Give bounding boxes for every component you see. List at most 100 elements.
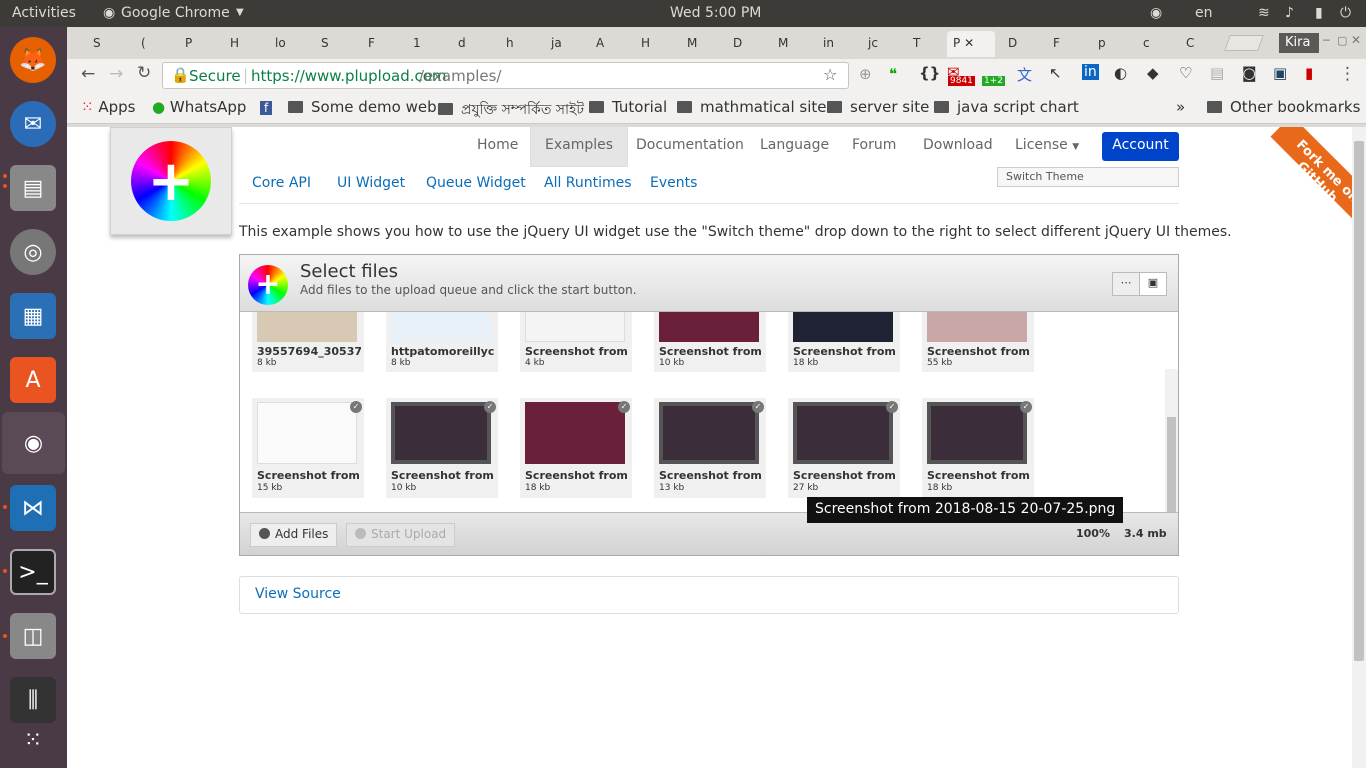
new-tab-button[interactable] <box>1224 35 1264 51</box>
other-bookmarks[interactable]: Other bookmarks <box>1207 98 1360 116</box>
file-item[interactable]: ✓ Screenshot from... 15 kb <box>252 398 364 498</box>
tab[interactable]: ( <box>135 31 164 57</box>
extension-json-icon[interactable]: {} <box>919 64 940 82</box>
tab[interactable]: D <box>727 31 756 57</box>
file-thumbnails[interactable]: 39557694_30537... 8 kb httpatomoreillyc.… <box>240 312 1178 512</box>
chrome-menu-icon[interactable]: ⋮ <box>1339 64 1356 84</box>
tab[interactable]: lo <box>269 31 298 57</box>
file-list-scroll-thumb[interactable] <box>1167 417 1176 512</box>
clock[interactable]: Wed 5:00 PM <box>670 5 761 21</box>
maximize-icon[interactable]: ▢ <box>1337 34 1347 47</box>
folder-server[interactable]: server site <box>827 98 929 116</box>
bookmark-star-icon[interactable]: ☆ <box>823 65 837 84</box>
extension-cursor-icon[interactable]: ↖ <box>1049 64 1062 82</box>
subnav-ui-widget[interactable]: UI Widget <box>337 175 405 191</box>
check-icon[interactable]: ✓ <box>618 401 630 413</box>
show-apps-icon[interactable]: ⁙ <box>10 717 56 763</box>
extension-pocket-icon[interactable]: ♡ <box>1179 64 1192 82</box>
nav-home[interactable]: Home <box>477 127 518 167</box>
tab[interactable]: M <box>681 31 710 57</box>
chrome-indicator-icon[interactable]: ◉ <box>1150 5 1162 21</box>
nav-examples[interactable]: Examples <box>530 127 629 167</box>
app-menu[interactable]: Google Chrome <box>121 5 230 21</box>
tab[interactable]: H <box>635 31 664 57</box>
nav-forum[interactable]: Forum <box>852 127 896 167</box>
tab[interactable]: d <box>452 31 481 57</box>
tab[interactable]: 1 <box>407 31 436 57</box>
file-item[interactable]: ✓ Screenshot from... 27 kb <box>788 398 900 498</box>
extension-hangouts-icon[interactable]: ❝ <box>889 65 897 83</box>
file-item[interactable]: 39557694_30537... 8 kb <box>252 312 364 372</box>
activities-button[interactable]: Activities <box>12 5 76 21</box>
thumbnail-view-button[interactable]: ▣ <box>1139 272 1167 296</box>
folder-js-chart[interactable]: java script chart <box>934 98 1079 116</box>
extension-camera-icon[interactable]: ◙ <box>1242 64 1257 82</box>
apps-bookmark[interactable]: ⁙ Apps <box>81 98 135 116</box>
minimize-icon[interactable]: ─ <box>1323 34 1330 47</box>
page-scroll-thumb[interactable] <box>1354 141 1364 661</box>
check-icon[interactable]: ✓ <box>886 401 898 413</box>
extension-box-icon[interactable]: ▣ <box>1273 64 1287 82</box>
more-bookmarks-icon[interactable]: » <box>1176 98 1185 116</box>
tab[interactable]: D <box>1002 31 1031 57</box>
software-center-icon[interactable]: A <box>10 357 56 403</box>
nav-download[interactable]: Download <box>923 127 993 167</box>
firefox-icon[interactable]: 🦊 <box>10 37 56 83</box>
file-item[interactable]: httpatomoreillyc... 8 kb <box>386 312 498 372</box>
file-item[interactable]: ✓ Screenshot from... 18 kb <box>922 398 1034 498</box>
back-icon[interactable]: ← <box>81 64 95 84</box>
folder-math[interactable]: mathmatical site <box>677 98 827 116</box>
tab[interactable]: ja <box>545 31 574 57</box>
wifi-icon[interactable]: ≋ <box>1258 5 1270 21</box>
extension-globe-icon[interactable]: ⊕ <box>859 65 872 83</box>
terminal-icon[interactable]: >_ <box>10 549 56 595</box>
page-scrollbar[interactable] <box>1352 127 1366 768</box>
tab[interactable]: H <box>224 31 253 57</box>
language-indicator[interactable]: en <box>1195 5 1213 21</box>
extension-pdf-icon[interactable]: ▮ <box>1305 64 1313 82</box>
profile-button[interactable]: Kira <box>1279 33 1319 53</box>
file-item[interactable]: Screenshot from... 18 kb <box>788 312 900 372</box>
thunderbird-icon[interactable]: ✉ <box>10 101 56 147</box>
tab[interactable]: C <box>1180 31 1209 57</box>
file-item[interactable]: Screenshot from... 10 kb <box>654 312 766 372</box>
file-list-scrollbar[interactable] <box>1165 369 1178 512</box>
whatsapp-bookmark[interactable]: ● WhatsApp <box>152 98 246 116</box>
vscode-icon[interactable]: ⋈ <box>10 485 56 531</box>
subnav-all-runtimes[interactable]: All Runtimes <box>544 175 632 191</box>
tab[interactable]: h <box>500 31 529 57</box>
extension-linkedin-icon[interactable]: in <box>1082 64 1099 80</box>
chrome-dock-icon[interactable]: ◉ <box>2 412 65 474</box>
check-icon[interactable]: ✓ <box>484 401 496 413</box>
tab[interactable]: p <box>1092 31 1121 57</box>
subnav-queue-widget[interactable]: Queue Widget <box>426 175 526 191</box>
tab[interactable]: S <box>315 31 344 57</box>
extension-page-icon[interactable]: ▤ <box>1210 64 1224 82</box>
file-item[interactable]: ✓ Screenshot from... 10 kb <box>386 398 498 498</box>
forward-icon[interactable]: → <box>109 64 123 84</box>
subnav-core-api[interactable]: Core API <box>252 175 311 191</box>
tab[interactable]: P <box>179 31 208 57</box>
tab[interactable]: c <box>1137 31 1166 57</box>
check-icon[interactable]: ✓ <box>752 401 764 413</box>
facebook-bookmark[interactable]: f <box>260 98 273 116</box>
view-source-link[interactable]: View Source <box>239 576 1179 614</box>
nav-documentation[interactable]: Documentation <box>636 127 744 167</box>
libreoffice-writer-icon[interactable]: ▦ <box>10 293 56 339</box>
list-view-button[interactable]: ⋯ <box>1112 272 1140 296</box>
folder-demo-web[interactable]: Some demo web <box>288 98 437 116</box>
folder-tech-sites[interactable]: প্রযুক্তি সম্পর্কিত সাইট <box>438 98 584 122</box>
files-icon[interactable]: ▤ <box>10 165 56 211</box>
subnav-events[interactable]: Events <box>650 175 697 191</box>
nav-license[interactable]: License ▼ <box>1015 127 1079 167</box>
github-ribbon[interactable]: Fork me on GitHub <box>1270 127 1352 229</box>
extension-bulb-icon[interactable]: ◐ <box>1114 64 1127 82</box>
add-files-button[interactable]: Add Files <box>250 523 338 547</box>
close-tab-icon[interactable]: ✕ <box>964 36 974 50</box>
start-upload-button[interactable]: Start Upload <box>346 523 456 547</box>
tab[interactable]: A <box>590 31 619 57</box>
tab-active[interactable]: P ✕ <box>947 31 995 57</box>
close-window-icon[interactable]: ✕ <box>1351 33 1361 47</box>
switch-theme-select[interactable]: Switch Theme <box>997 167 1179 187</box>
plupload-logo[interactable]: + <box>110 127 232 235</box>
